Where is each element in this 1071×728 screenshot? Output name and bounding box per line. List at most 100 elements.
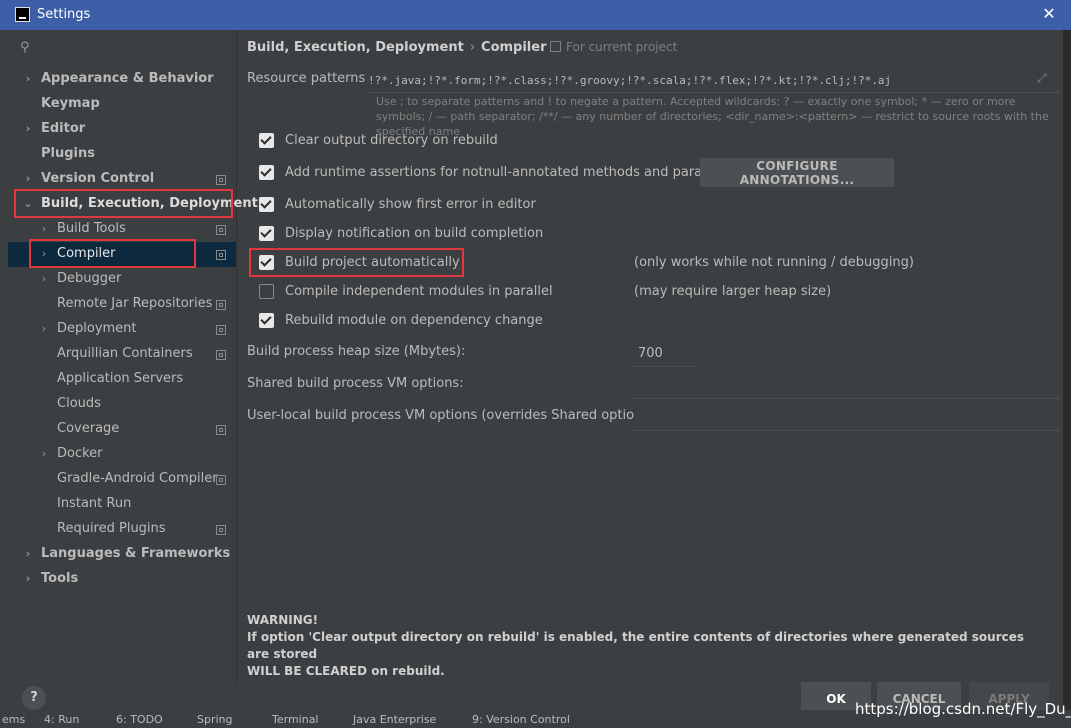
project-scope-icon xyxy=(216,300,226,310)
scope-label: For current project xyxy=(566,40,678,54)
breadcrumb: Build, Execution, Deployment › Compiler xyxy=(247,40,547,55)
show-first-error-checkbox[interactable] xyxy=(259,197,274,212)
tool-tab-terminal[interactable]: Terminal xyxy=(272,713,319,726)
sidebar-item-editor[interactable]: › Editor xyxy=(26,118,86,140)
sidebar-item-label: Clouds xyxy=(57,396,101,411)
search-box: ⚲ xyxy=(12,36,232,60)
shared-vm-options-input[interactable] xyxy=(634,372,1060,399)
sidebar-item-label: Debugger xyxy=(57,271,122,286)
sidebar-item-label: Deployment xyxy=(57,321,137,336)
sidebar-item-label: Arquillian Containers xyxy=(57,346,193,361)
sidebar-item-required-plugins[interactable]: Required Plugins xyxy=(57,518,166,540)
chevron-right-icon[interactable]: › xyxy=(38,268,50,290)
sidebar-item-label: Remote Jar Repositories xyxy=(57,296,213,311)
highlight-box-build-automatically xyxy=(249,248,464,277)
sidebar-item-label: Keymap xyxy=(41,96,100,111)
clear-output-checkbox[interactable] xyxy=(259,133,274,148)
breadcrumb-current: Compiler xyxy=(481,40,547,55)
title-bar: Settings ✕ xyxy=(0,0,1071,30)
sidebar-item-label: Coverage xyxy=(57,421,120,436)
project-scope-icon xyxy=(216,350,226,360)
highlight-box-build-execution-deployment xyxy=(14,189,233,218)
sidebar-item-label: Docker xyxy=(57,446,103,461)
sidebar-item-plugins[interactable]: Plugins xyxy=(41,143,95,165)
rebuild-warning: WARNING! If option 'Clear output directo… xyxy=(247,612,1047,680)
settings-dialog: ⚲ › Appearance & Behavior Keymap › Editor … xyxy=(8,30,1063,715)
heap-size-input[interactable] xyxy=(634,340,698,367)
sidebar-item-label: Gradle-Android Compiler xyxy=(57,471,218,486)
sidebar-item-arquillian-containers[interactable]: Arquillian Containers xyxy=(57,343,193,365)
expand-icon[interactable]: ⤢ xyxy=(1037,71,1047,86)
tool-tab-java-enterprise[interactable]: Java Enterprise xyxy=(353,713,436,726)
sidebar-item-version-control[interactable]: › Version Control xyxy=(26,168,155,190)
resource-patterns-input[interactable] xyxy=(366,68,1060,93)
sidebar-item-label: Languages & Frameworks xyxy=(41,546,231,561)
compiler-settings-panel: Build, Execution, Deployment › Compiler Fo… xyxy=(237,30,1063,685)
chevron-right-icon[interactable]: › xyxy=(22,118,34,140)
runtime-assertions-checkbox[interactable] xyxy=(259,165,274,180)
sidebar-item-application-servers[interactable]: Application Servers xyxy=(57,368,183,390)
option-label: Automatically show first error in editor xyxy=(285,197,536,212)
right-background-strip xyxy=(1063,30,1071,710)
tool-tab[interactable]: ems xyxy=(2,713,25,726)
build-notification-checkbox[interactable] xyxy=(259,226,274,241)
sidebar-item-label: Appearance & Behavior xyxy=(41,71,214,86)
left-background-strip xyxy=(0,30,8,728)
option-label: Add runtime assertions for notnull-annot… xyxy=(285,165,749,180)
sidebar-item-keymap[interactable]: Keymap xyxy=(41,93,100,115)
highlight-box-compiler xyxy=(29,239,196,268)
chevron-right-icon[interactable]: › xyxy=(38,318,50,340)
chevron-right-icon[interactable]: › xyxy=(22,543,34,565)
sidebar-item-debugger[interactable]: › Debugger xyxy=(42,268,122,290)
chevron-right-icon[interactable]: › xyxy=(22,68,34,90)
tool-tab-todo[interactable]: 6: TODO xyxy=(116,713,163,726)
local-vm-options-input[interactable] xyxy=(634,404,1060,431)
project-scope-icon xyxy=(550,41,561,52)
warning-title: WARNING! xyxy=(247,613,319,627)
sidebar-item-docker[interactable]: › Docker xyxy=(42,443,103,465)
sidebar-item-build-tools[interactable]: › Build Tools xyxy=(42,218,126,240)
tool-tab-spring[interactable]: Spring xyxy=(197,713,233,726)
warning-line: If option 'Clear output directory on reb… xyxy=(247,630,1025,661)
sidebar-item-appearance-behavior[interactable]: › Appearance & Behavior xyxy=(26,68,214,90)
project-scope-icon xyxy=(216,250,226,260)
option-label: Compile independent modules in parallel xyxy=(285,284,553,299)
parallel-compile-checkbox[interactable] xyxy=(259,284,274,299)
warning-line: WILL BE CLEARED on rebuild. xyxy=(247,664,445,678)
search-input[interactable] xyxy=(38,38,232,58)
sidebar-item-deployment[interactable]: › Deployment xyxy=(42,318,137,340)
chevron-right-icon[interactable]: › xyxy=(22,568,34,590)
breadcrumb-parent[interactable]: Build, Execution, Deployment xyxy=(247,40,464,55)
sidebar-item-languages-frameworks[interactable]: › Languages & Frameworks xyxy=(26,543,231,565)
sidebar-item-label: Required Plugins xyxy=(57,521,166,536)
intellij-logo-icon xyxy=(15,7,30,22)
tool-tab-run[interactable]: 4: Run xyxy=(44,713,79,726)
sidebar-item-label: Tools xyxy=(41,571,79,586)
sidebar-item-coverage[interactable]: Coverage xyxy=(57,418,119,440)
tool-tab-version-control[interactable]: 9: Version Control xyxy=(472,713,570,726)
sidebar-item-label: Build Tools xyxy=(57,221,126,236)
sidebar-item-label: Editor xyxy=(41,121,86,136)
chevron-right-icon[interactable]: › xyxy=(38,218,50,240)
sidebar-item-gradle-android-compiler[interactable]: Gradle-Android Compiler xyxy=(57,468,218,490)
chevron-right-icon[interactable]: › xyxy=(22,168,34,190)
local-vm-options-label: User-local build process VM options (ove… xyxy=(247,408,659,423)
sidebar-item-remote-jar-repositories[interactable]: Remote Jar Repositories xyxy=(57,293,212,315)
search-icon: ⚲ xyxy=(20,40,30,55)
project-scope-icon xyxy=(216,425,226,435)
help-button[interactable]: ? xyxy=(22,686,46,710)
scope-indicator: For current project xyxy=(550,40,677,54)
resource-patterns-label: Resource patterns: xyxy=(247,71,370,86)
option-label: Display notification on build completion xyxy=(285,226,544,241)
close-icon[interactable]: ✕ xyxy=(1040,5,1058,23)
chevron-right-icon[interactable]: › xyxy=(38,443,50,465)
project-scope-icon xyxy=(216,325,226,335)
project-scope-icon xyxy=(216,225,226,235)
breadcrumb-separator: › xyxy=(469,40,476,55)
sidebar-item-clouds[interactable]: Clouds xyxy=(57,393,101,415)
sidebar-item-instant-run[interactable]: Instant Run xyxy=(57,493,131,515)
rebuild-on-dependency-checkbox[interactable] xyxy=(259,313,274,328)
configure-annotations-button[interactable]: CONFIGURE ANNOTATIONS... xyxy=(700,158,894,187)
sidebar-item-tools[interactable]: › Tools xyxy=(26,568,79,590)
settings-sidebar: ⚲ › Appearance & Behavior Keymap › Editor … xyxy=(8,30,258,685)
